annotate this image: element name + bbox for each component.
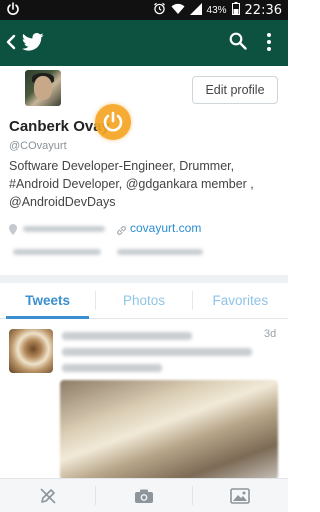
back-arrow-icon[interactable] <box>4 32 18 57</box>
profile-avatar[interactable] <box>25 70 61 106</box>
battery-icon <box>231 2 240 18</box>
twitter-profile-screen: 43% 22:36 Edit profile Canberk Ovay @COv… <box>0 0 288 512</box>
follow-stats-row <box>9 248 279 258</box>
signal-icon <box>189 2 202 18</box>
location-website-row: covayurt.com <box>9 221 279 237</box>
tweet-author-blurred <box>62 332 192 340</box>
overflow-menu-icon[interactable] <box>266 32 272 57</box>
gallery-icon[interactable] <box>193 479 288 512</box>
profile-handle: @COvayurt <box>9 140 67 152</box>
power-icon <box>6 2 20 19</box>
camera-icon[interactable] <box>96 479 191 512</box>
section-divider <box>0 275 288 283</box>
battery-percent: 43% <box>206 4 227 16</box>
edit-profile-button[interactable]: Edit profile <box>192 76 278 104</box>
tab-tweets[interactable]: Tweets <box>0 283 95 319</box>
tweet-text-blurred <box>62 348 252 356</box>
alarm-icon <box>153 2 166 18</box>
tweet-feed: 3d <box>0 320 288 480</box>
tweet-timestamp: 3d <box>264 328 277 340</box>
app-bar <box>0 20 288 66</box>
search-icon[interactable] <box>229 32 247 55</box>
wifi-icon <box>171 3 185 18</box>
status-bar: 43% 22:36 <box>0 0 288 20</box>
link-icon <box>116 223 127 241</box>
bottom-action-bar <box>0 478 288 512</box>
power-icon[interactable] <box>95 104 131 140</box>
tweet-text-blurred-2 <box>62 364 162 372</box>
compose-tweet-icon[interactable] <box>0 479 95 512</box>
location-pin-icon <box>9 222 17 240</box>
profile-tabs: Tweets Photos Favorites <box>0 283 288 319</box>
tweet-image[interactable] <box>60 380 278 480</box>
website-link[interactable]: covayurt.com <box>130 221 201 235</box>
following-stat-blurred[interactable] <box>13 249 101 255</box>
status-clock: 22:36 <box>244 2 282 18</box>
twitter-bird-icon[interactable] <box>21 32 44 57</box>
followers-stat-blurred[interactable] <box>117 249 203 255</box>
location-text-blurred <box>23 226 105 232</box>
tweet-author-avatar[interactable] <box>9 329 53 373</box>
profile-header: Edit profile Canberk Ovay @COvayurt Soft… <box>0 66 288 270</box>
tab-photos[interactable]: Photos <box>96 283 191 318</box>
tab-favorites[interactable]: Favorites <box>193 283 288 318</box>
profile-bio: Software Developer-Engineer, Drummer, #A… <box>9 159 254 209</box>
